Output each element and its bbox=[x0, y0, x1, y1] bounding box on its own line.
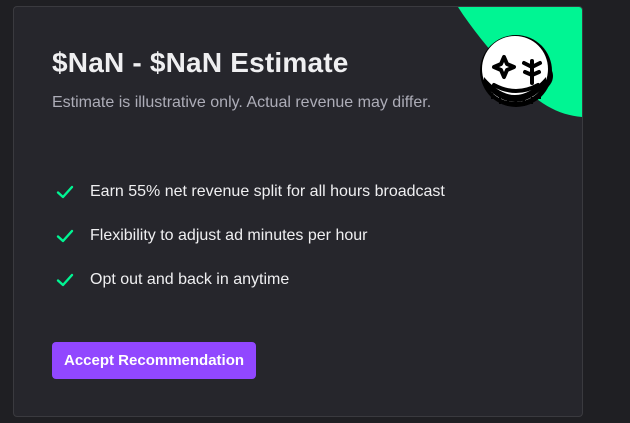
benefit-item: Opt out and back in anytime bbox=[56, 269, 445, 291]
benefit-text: Flexibility to adjust ad minutes per hou… bbox=[90, 227, 368, 244]
checkmark-icon bbox=[56, 229, 74, 243]
accept-recommendation-button[interactable]: Accept Recommendation bbox=[52, 342, 257, 379]
estimate-disclaimer: Estimate is illustrative only. Actual re… bbox=[52, 94, 432, 111]
estimate-title: $NaN - $NaN Estimate bbox=[52, 47, 349, 78]
benefit-text: Opt out and back in anytime bbox=[90, 271, 290, 288]
happy-coin-face-icon bbox=[458, 7, 582, 117]
benefit-text: Earn 55% net revenue split for all hours… bbox=[90, 183, 445, 200]
revenue-estimate-card: $NaN - $NaN Estimate Estimate is illustr… bbox=[13, 6, 583, 417]
checkmark-icon bbox=[56, 273, 74, 287]
checkmark-icon bbox=[56, 185, 74, 199]
benefit-item: Earn 55% net revenue split for all hours… bbox=[56, 181, 445, 203]
benefits-list: Earn 55% net revenue split for all hours… bbox=[56, 181, 445, 313]
benefit-item: Flexibility to adjust ad minutes per hou… bbox=[56, 225, 445, 247]
